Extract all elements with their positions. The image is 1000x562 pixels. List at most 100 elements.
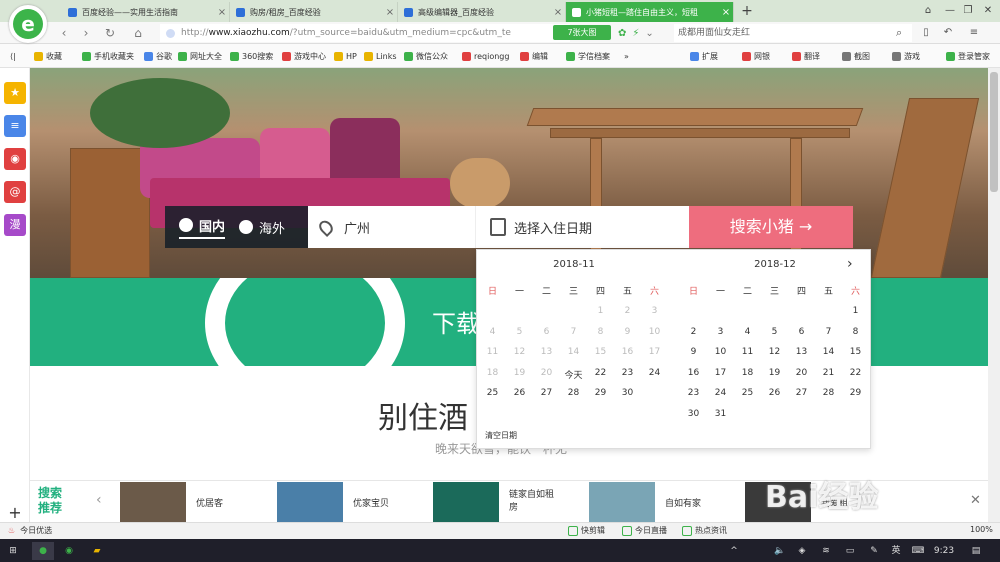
calendar-day[interactable]: 12 bbox=[761, 347, 788, 357]
bookmark-item[interactable]: HP bbox=[334, 49, 357, 63]
calendar-day[interactable]: 22 bbox=[587, 368, 614, 381]
calendar-day[interactable]: 24 bbox=[641, 368, 668, 381]
calendar-day[interactable]: 6 bbox=[788, 327, 815, 337]
chevron-left-icon[interactable]: ‹ bbox=[96, 492, 108, 508]
next-month-icon[interactable]: › bbox=[847, 256, 861, 272]
wifi-icon[interactable]: ≋ bbox=[818, 542, 834, 560]
calendar-day[interactable]: 2 bbox=[680, 327, 707, 337]
bookmark-item[interactable]: 微信公众 bbox=[404, 49, 448, 63]
calendar-day[interactable]: 10 bbox=[707, 347, 734, 357]
calendar-day[interactable]: 15 bbox=[842, 347, 869, 357]
comic-icon[interactable]: 漫 bbox=[4, 214, 26, 236]
tab-domestic[interactable]: 国内 bbox=[179, 216, 226, 239]
status-item[interactable]: 今日直播 bbox=[622, 525, 667, 536]
city-input[interactable]: 广州 bbox=[308, 206, 476, 248]
notification-icon[interactable]: ▤ bbox=[968, 542, 984, 560]
status-left[interactable]: ♨ 今日优选 bbox=[8, 525, 52, 536]
calendar-day[interactable]: 30 bbox=[614, 388, 641, 398]
tray-up-icon[interactable]: ^ bbox=[726, 542, 742, 560]
calendar-day[interactable]: 7 bbox=[815, 327, 842, 337]
home-icon[interactable]: ⌂ bbox=[130, 25, 146, 41]
tablet-icon[interactable]: ▯ bbox=[918, 25, 934, 41]
tab-advanced-editor[interactable]: 高级编辑器_百度经验 × bbox=[398, 2, 566, 22]
weibo-icon[interactable]: ◉ bbox=[4, 148, 26, 170]
recommend-item[interactable]: 自如有家 bbox=[589, 482, 701, 522]
calendar-day[interactable]: 29 bbox=[842, 388, 869, 398]
close-icon[interactable]: × bbox=[551, 7, 565, 18]
calendar-day[interactable]: 5 bbox=[761, 327, 788, 337]
bookmarks-more[interactable]: » bbox=[624, 49, 629, 63]
status-item[interactable]: 热点资讯 bbox=[682, 525, 727, 536]
bookmark-item[interactable]: 游戏中心 bbox=[282, 49, 326, 63]
menu-icon[interactable]: ≡ bbox=[966, 25, 982, 41]
zoom-level[interactable]: 100% bbox=[970, 525, 993, 534]
recommend-item[interactable]: 链家自如租房 bbox=[433, 482, 559, 522]
recommend-item[interactable]: 优居客 bbox=[120, 482, 223, 522]
shirt-icon[interactable]: ⌂ bbox=[918, 2, 938, 20]
calendar-day[interactable]: 8 bbox=[842, 327, 869, 337]
calendar-day[interactable]: 29 bbox=[587, 388, 614, 398]
calendar-day[interactable]: 9 bbox=[680, 347, 707, 357]
restore-icon[interactable]: ❐ bbox=[958, 2, 978, 20]
bookmark-item[interactable]: 360搜索 bbox=[230, 49, 273, 63]
ime-indicator[interactable]: 英 bbox=[888, 542, 904, 560]
bookmark-item[interactable]: 网址大全 bbox=[178, 49, 222, 63]
calendar-day[interactable]: 20 bbox=[788, 368, 815, 378]
close-icon[interactable]: × bbox=[383, 7, 397, 18]
calendar-day[interactable]: 21 bbox=[815, 368, 842, 378]
calendar-day[interactable]: 14 bbox=[815, 347, 842, 357]
close-window-icon[interactable]: ✕ bbox=[978, 2, 998, 20]
wechat-task-icon[interactable]: ◉ bbox=[58, 542, 80, 560]
battery-icon[interactable]: ▭ bbox=[842, 542, 858, 560]
sidebar-toggle-icon[interactable]: ⟨| bbox=[10, 49, 16, 63]
windows-start-icon[interactable]: ⊞ bbox=[4, 542, 22, 560]
list-icon[interactable]: ≡ bbox=[4, 115, 26, 137]
bookmark-item[interactable]: 学信档案 bbox=[566, 49, 610, 63]
close-icon[interactable]: × bbox=[215, 7, 229, 18]
dropdown-icon[interactable]: ⌄ bbox=[645, 28, 653, 39]
calendar-day[interactable]: 26 bbox=[761, 388, 788, 398]
calendar-day[interactable]: 22 bbox=[842, 368, 869, 378]
calendar-day[interactable]: 28 bbox=[560, 388, 587, 398]
calendar-day[interactable]: 28 bbox=[815, 388, 842, 398]
lightning-icon[interactable]: ⚡ bbox=[632, 28, 639, 39]
browser-task-icon[interactable]: ● bbox=[32, 542, 54, 560]
calendar-day[interactable]: 4 bbox=[734, 327, 761, 337]
calendar-day[interactable]: 13 bbox=[788, 347, 815, 357]
new-tab-button[interactable]: + bbox=[738, 3, 756, 19]
clear-date-button[interactable]: 清空日期 bbox=[485, 430, 517, 441]
back-icon[interactable]: ‹ bbox=[56, 25, 72, 41]
bank-tool[interactable]: 网银 bbox=[742, 49, 770, 63]
settings-icon[interactable]: ✿ bbox=[618, 28, 626, 39]
search-icon[interactable]: ⌕ bbox=[896, 25, 910, 41]
big-image-button[interactable]: 7张大图 bbox=[553, 25, 611, 40]
calendar-day[interactable]: 3 bbox=[707, 327, 734, 337]
checkin-date-input[interactable]: 选择入住日期 bbox=[476, 206, 689, 248]
folder-task-icon[interactable]: ▰ bbox=[86, 542, 108, 560]
close-icon[interactable]: × bbox=[719, 7, 733, 18]
volume-icon[interactable]: 🔈 bbox=[772, 542, 788, 560]
undo-icon[interactable]: ↶ bbox=[940, 25, 956, 41]
calendar-day[interactable]: 11 bbox=[734, 347, 761, 357]
login-tool[interactable]: 登录管家 bbox=[946, 49, 990, 63]
bookmark-item[interactable]: Links bbox=[364, 49, 397, 63]
calendar-day[interactable]: 1 bbox=[842, 306, 869, 316]
bookmark-item[interactable]: 编辑 bbox=[520, 49, 548, 63]
calendar-day[interactable]: 26 bbox=[506, 388, 533, 398]
search-input[interactable]: 成都用面仙女走红 bbox=[674, 24, 912, 42]
address-bar[interactable]: http:// www.xiaozhu.com /?utm_source=bai… bbox=[160, 24, 570, 42]
calendar-day[interactable]: 19 bbox=[761, 368, 788, 378]
forward-icon[interactable]: › bbox=[78, 25, 94, 41]
calendar-day[interactable]: 25 bbox=[734, 388, 761, 398]
scrollbar-thumb[interactable] bbox=[990, 72, 998, 192]
clock[interactable]: 9:23 bbox=[930, 542, 958, 560]
calendar-day[interactable]: 25 bbox=[479, 388, 506, 398]
minimize-icon[interactable]: — bbox=[940, 2, 960, 20]
bookmark-item[interactable]: reqiongg bbox=[462, 49, 509, 63]
screenshot-tool[interactable]: 截图 bbox=[842, 49, 870, 63]
calendar-day[interactable]: 27 bbox=[533, 388, 560, 398]
tab-baidu-jingyan[interactable]: 百度经验——实用生活指南 × bbox=[62, 2, 230, 22]
game-tool[interactable]: 游戏 bbox=[892, 49, 920, 63]
refresh-icon[interactable]: ↻ bbox=[102, 25, 118, 41]
bookmark-item[interactable]: 收藏 bbox=[34, 49, 62, 63]
